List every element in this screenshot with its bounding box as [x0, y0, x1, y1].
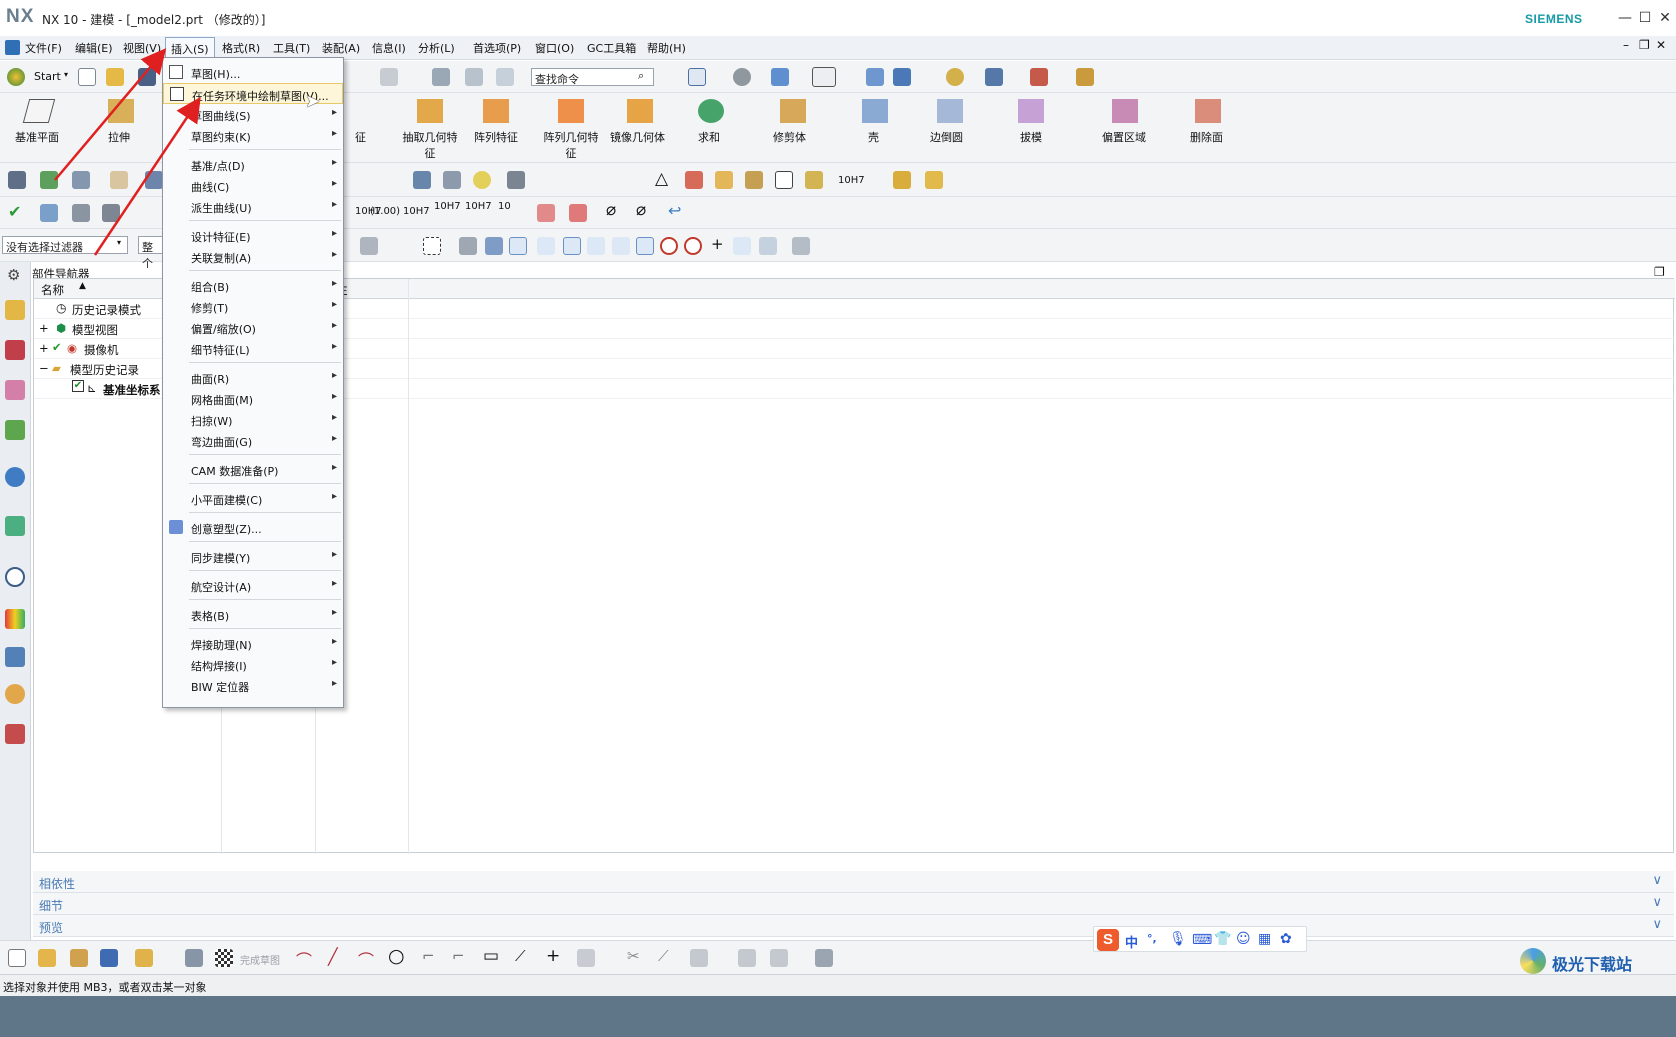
arrow-to-task-sketch	[93, 96, 201, 256]
annotation-arrows	[54, 48, 201, 256]
arrow-to-insert-menu	[54, 48, 167, 181]
